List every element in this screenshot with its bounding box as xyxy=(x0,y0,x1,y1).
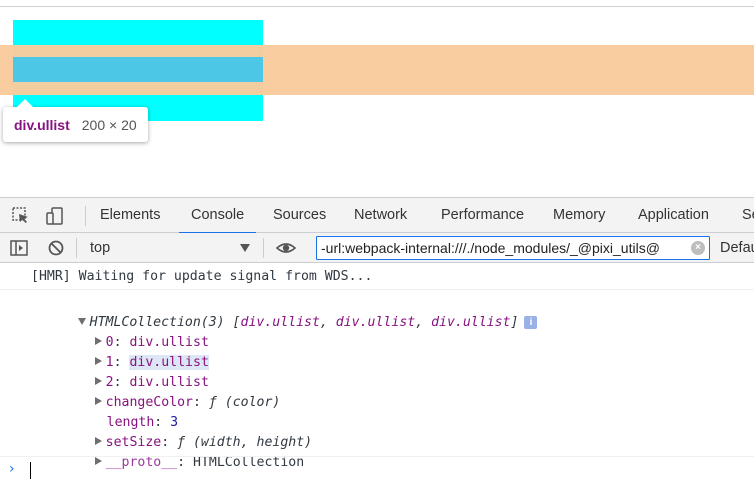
collection-summary[interactable]: HTMLCollection(3) [div.ullist, div.ullis… xyxy=(30,293,538,330)
tab-console[interactable]: Console xyxy=(178,198,257,234)
console-toolbar: top × Defau xyxy=(0,233,754,263)
toolbar-divider xyxy=(263,238,264,258)
tooltip-element-name: div.ullist xyxy=(14,116,70,133)
collection-entry[interactable]: setSize: ƒ (width, height) xyxy=(47,413,312,450)
tab-elements[interactable]: Elements xyxy=(100,198,160,233)
context-selector[interactable]: top xyxy=(90,233,110,263)
text-cursor xyxy=(30,462,31,479)
console-prompt[interactable]: › xyxy=(0,456,754,482)
hmr-message: [HMR] Waiting for update signal from WDS… xyxy=(31,269,373,284)
eye-icon[interactable] xyxy=(275,237,297,259)
sidebar-toggle-icon[interactable] xyxy=(8,237,30,259)
tab-application[interactable]: Application xyxy=(638,198,709,233)
inspect-element-icon[interactable] xyxy=(10,205,32,227)
collection-entry[interactable]: 2: div.ullist xyxy=(47,353,209,390)
inspect-tooltip: div.ullist 200 × 20 xyxy=(3,99,148,142)
chevron-down-icon[interactable] xyxy=(240,244,250,252)
prompt-chevron-icon: › xyxy=(9,461,15,477)
collection-entry: length: 3 xyxy=(106,415,179,430)
page-viewport: div.ullist 200 × 20 xyxy=(0,0,754,197)
collection-entry[interactable]: 1: div.ullist xyxy=(47,333,209,370)
inline-item: div.ullist xyxy=(240,315,320,330)
element-highlight xyxy=(13,57,263,82)
console-message: [HMR] Waiting for update signal from WDS… xyxy=(0,264,754,290)
tab-sources[interactable]: Sources xyxy=(273,198,326,233)
tab-divider xyxy=(85,206,86,226)
toolbar-divider xyxy=(76,238,77,258)
clear-filter-icon[interactable]: × xyxy=(691,241,705,255)
inline-item: div.ullist xyxy=(335,315,416,330)
collection-entry[interactable]: 0: div.ullist xyxy=(47,313,209,350)
info-icon: i xyxy=(524,315,538,329)
collection-entry[interactable]: __proto__: HTMLCollection xyxy=(47,433,304,470)
collection-close: ] xyxy=(510,315,519,330)
tab-network[interactable]: Network xyxy=(354,198,407,233)
tab-memory[interactable]: Memory xyxy=(553,198,605,233)
filter-input-box[interactable]: × xyxy=(316,236,710,260)
filter-input[interactable] xyxy=(317,237,689,259)
devtools-tabbar: Elements Console Sources Network Perform… xyxy=(0,198,754,234)
tooltip-element-size: 200 × 20 xyxy=(81,116,137,133)
log-levels-dropdown[interactable]: Defau xyxy=(720,233,754,263)
devtools-panel: Elements Console Sources Network Perform… xyxy=(0,197,754,493)
tab-security[interactable]: Se xyxy=(742,198,754,233)
collection-entry[interactable]: changeColor: ƒ (color) xyxy=(47,373,280,410)
inline-item: div.ullist xyxy=(431,315,511,330)
device-toolbar-icon[interactable] xyxy=(44,205,66,227)
entry-value: ƒ (color) xyxy=(208,395,281,410)
tab-performance[interactable]: Performance xyxy=(441,198,524,233)
console-output: [HMR] Waiting for update signal from WDS… xyxy=(0,264,754,493)
clear-console-icon[interactable] xyxy=(45,237,67,259)
divider xyxy=(0,6,754,7)
